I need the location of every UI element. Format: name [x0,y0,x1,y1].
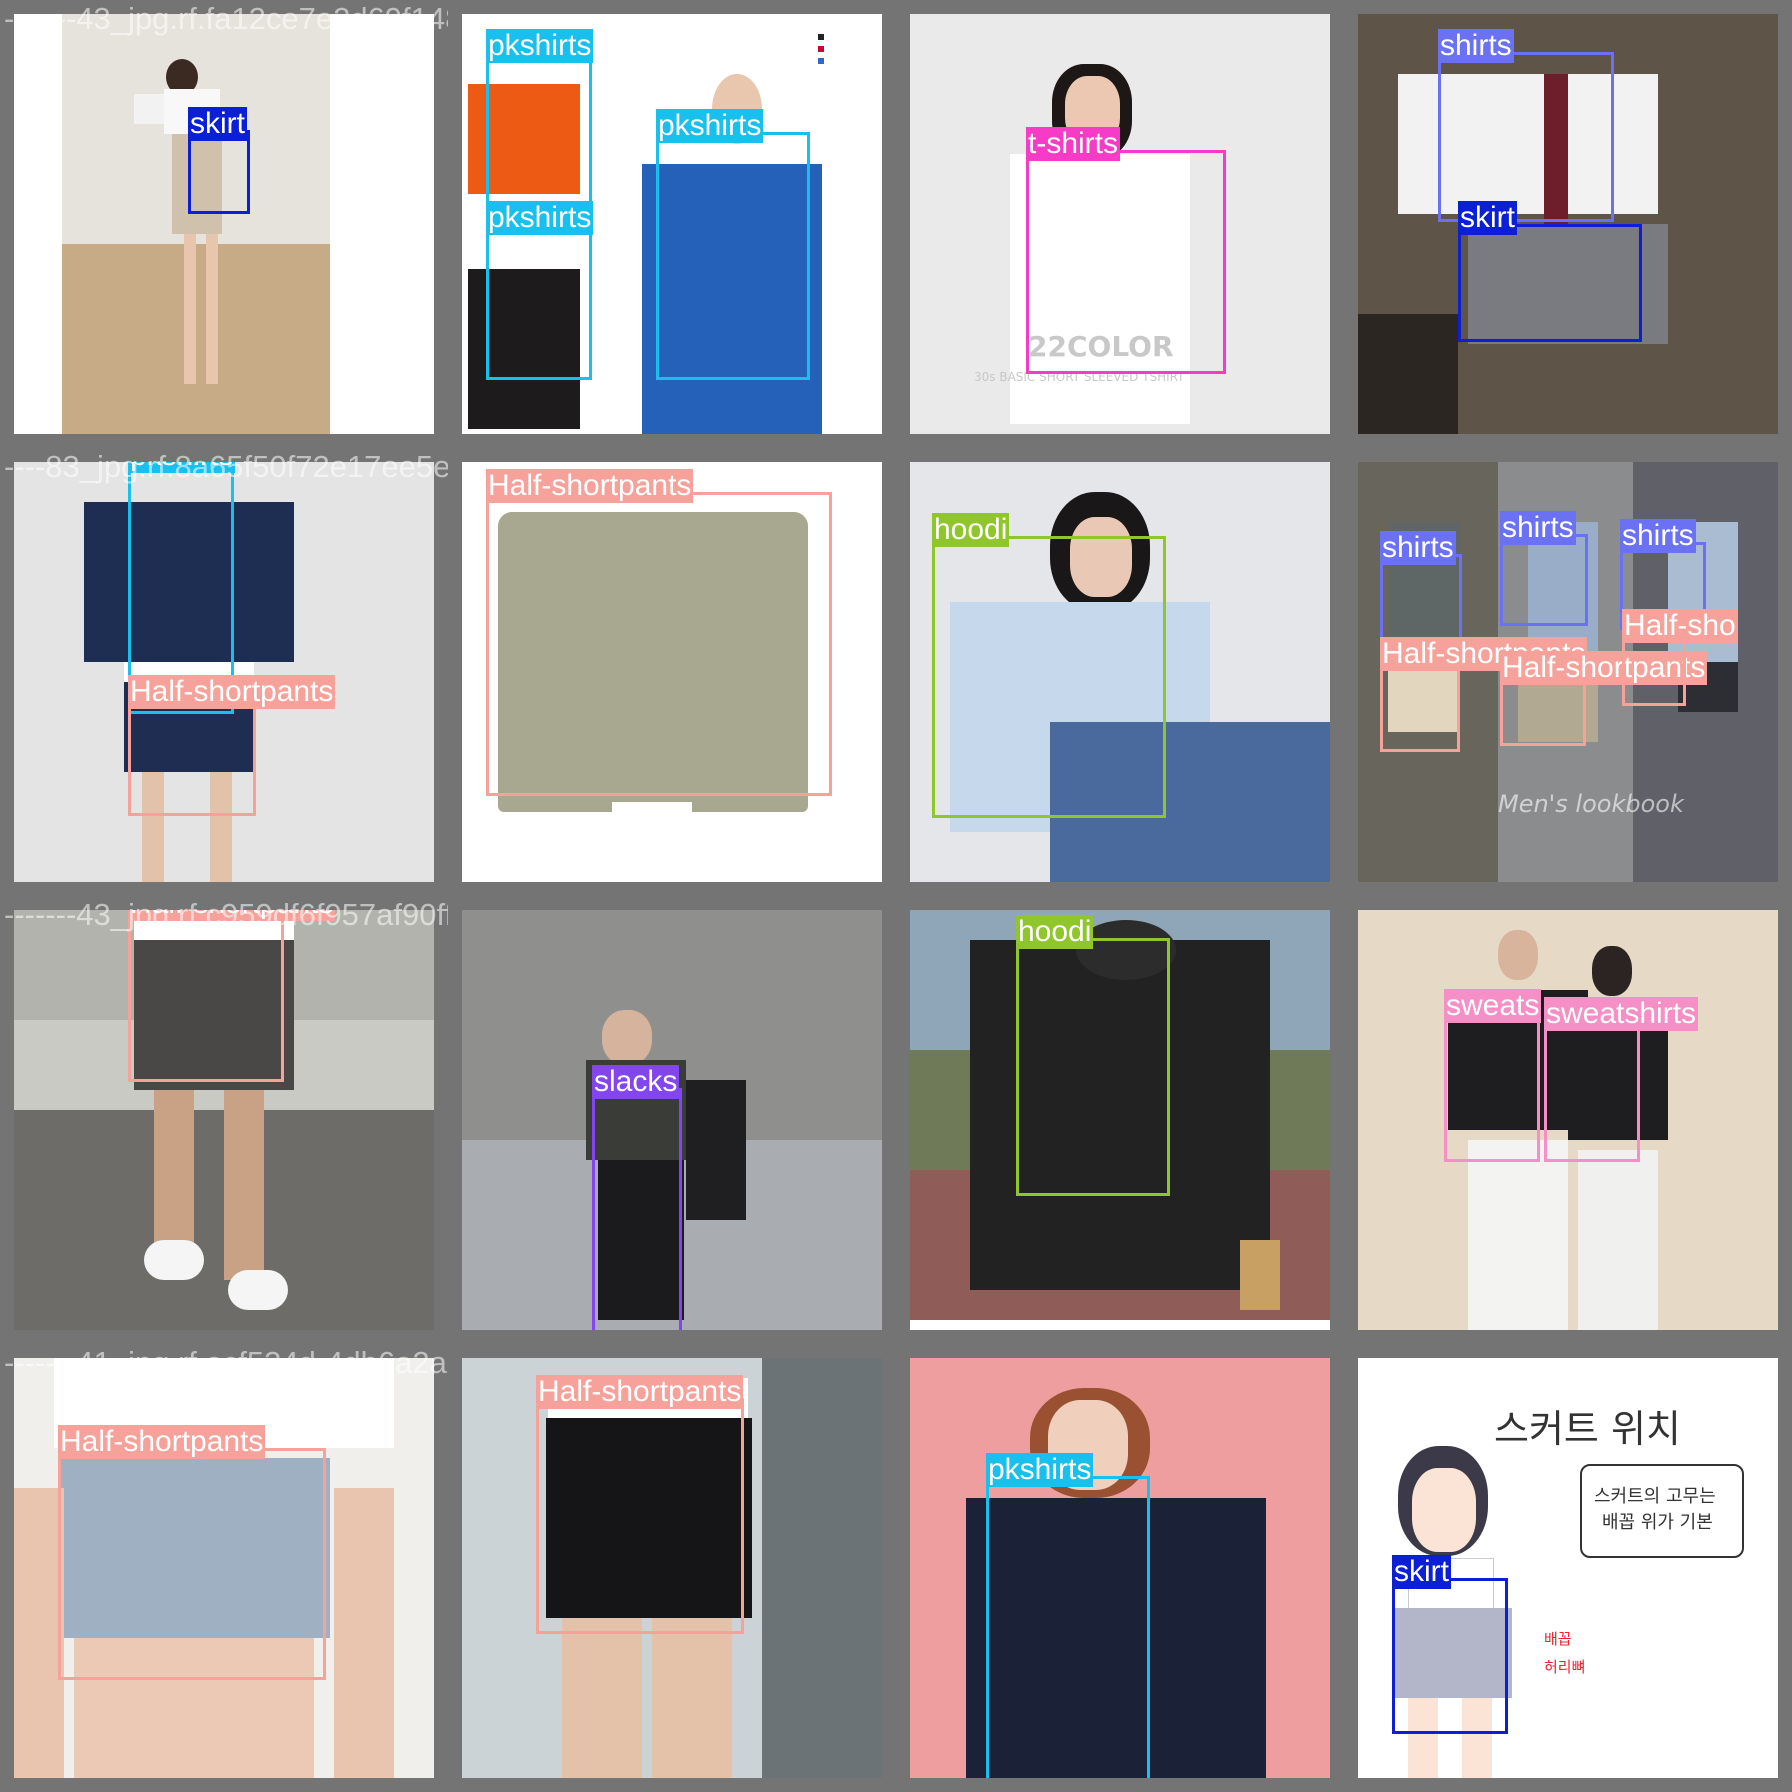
bbox-label: pkshirts [656,109,764,143]
bbox-hoodi: hoodi [1016,915,1170,1196]
bbox-label: shirts [1438,29,1514,63]
tile-photo: Half-shortpants [462,1358,882,1778]
tile-7[interactable]: hoodi [896,448,1344,896]
bbox-label: shirts [1380,531,1456,565]
bbox-pkshirts: pkshirts [986,1453,1150,1778]
bbox-half-shortpants: Half-shortpants [1380,637,1588,752]
bbox-label: Half-shortpants [58,1425,266,1459]
bbox-t-shirts: t-shirts [1026,127,1226,374]
bbox-skirt: skirt [1392,1555,1508,1734]
tile-9[interactable]: -------43_jpg.rf.c959df6f957af90ff9g.rf.… [0,896,448,1344]
bbox-label: shirts [1620,519,1696,553]
comic-note-navel: 배꼽 [1544,1630,1572,1648]
bbox-label: t-shirts [1026,127,1120,161]
bbox-label: skirt [188,107,247,141]
tile-1[interactable]: -------43_jpg.rf.fa12ce7e2d69f1485f4f-48… [0,0,448,448]
detection-grid: -------43_jpg.rf.fa12ce7e2d69f1485f4f-48… [0,0,1792,1792]
bbox-half-shortpants: Half-shortpants [486,469,832,796]
tile-photo: skirt [14,14,434,434]
bbox-label: skirt [1458,201,1517,235]
tile-photo: hoodi [910,462,1330,882]
bbox-half-sho: Half-sho [1622,609,1738,706]
bbox-half-shortpants: Half-shortpants [128,910,336,1082]
bbox-label: sweatshirts [1544,997,1699,1031]
bbox-label: hoodi [932,513,1010,547]
tile-photo: 22COLOR 30s BASIC SHORT SLEEVED TSHIRT t… [910,14,1330,434]
bbox-sweats: sweats [1444,989,1542,1162]
tile-photo: pkshirts pkshirts pkshirts [462,14,882,434]
bbox-shirts: shirts [1500,511,1588,626]
comic-title: 스커트 위치 [1494,1407,1681,1451]
lookbook-watermark: Men's lookbook [1498,790,1684,818]
tile-6[interactable]: Half-shortpants [448,448,896,896]
tile-2[interactable]: pkshirts pkshirts pkshirts [448,0,896,448]
tile-3[interactable]: 22COLOR 30s BASIC SHORT SLEEVED TSHIRT t… [896,0,1344,448]
bbox-skirt: skirt [188,107,250,214]
tile-photo: pkshirts [910,1358,1330,1778]
tile-4[interactable]: shirts skirt [1344,0,1792,448]
bbox-slacks: slacks [592,1065,682,1330]
bbox-label: sweats [1444,989,1542,1023]
bbox-label: skirt [1392,1555,1451,1589]
bbox-label: Half-sho [1622,609,1738,643]
bbox-sweatshirts: sweatshirts [1544,997,1699,1162]
tile-photo: pkshirts Half-shortpants [14,462,434,882]
bbox-pkshirts: pkshirts [656,109,810,380]
tile-photo: sweats sweatshirts [1358,910,1778,1330]
bbox-half-shortpants: Half-shortpants [536,1375,744,1634]
tile-photo: Half-shortpants [14,910,434,1330]
tile-14[interactable]: Half-shortpants [448,1344,896,1792]
tile-photo: slacks [462,910,882,1330]
tile-photo: shirts skirt [1358,14,1778,434]
bbox-label: pkshirts [986,1453,1094,1487]
tile-5[interactable]: ----83_jpg.rf.8a65f50f72e17ee5e1c597c84d… [0,448,448,896]
tile-photo: Half-shortpants [14,1358,434,1778]
bbox-shirts: shirts [1380,531,1462,646]
tile-photo: hoodi [910,910,1330,1330]
tile-photo: Half-shortpants [462,462,882,882]
comic-note-hipbone: 허리뼈 [1544,1658,1586,1676]
bbox-half-shortpants: Half-shortpants [128,675,336,816]
bbox-label: Half-shortpants [486,469,694,503]
comic-bubble-line2: 배꼽 위가 기본 [1602,1512,1713,1533]
tile-15[interactable]: pkshirts [896,1344,1344,1792]
tile-photo: Men's lookbook shirts shirts shirts Half-sh… [1358,462,1778,882]
tile-8[interactable]: Men's lookbook shirts shirts shirts Half-sh… [1344,448,1792,896]
bbox-label: Half-shortpants [536,1375,744,1409]
bbox-label: pkshirts [128,462,236,473]
tile-12[interactable]: sweats sweatshirts [1344,896,1792,1344]
bbox-label: pkshirts [486,201,594,235]
tile-13[interactable]: -------41_jpg.rf.ecf534d-4db6a2aee9-8f45… [0,1344,448,1792]
tile-photo: 스커트 위치 스커트의 고무는 배꼽 위가 기본 배꼽 허리뼈 skirt [1358,1358,1778,1778]
bbox-label: shirts [1500,511,1576,545]
tile-10[interactable]: slacks [448,896,896,1344]
bbox-skirt: skirt [1458,201,1642,342]
bbox-half-shortpants: Half-shortpants [58,1425,326,1680]
bbox-pkshirts: pkshirts [486,201,594,380]
bbox-label: hoodi [1016,915,1094,949]
comic-bubble-line1: 스커트의 고무는 [1594,1486,1716,1507]
tile-11[interactable]: hoodi [896,896,1344,1344]
bbox-label: pkshirts [486,29,594,63]
bbox-half-shortpants: Half-shortpants [1500,651,1708,746]
bbox-label: slacks [592,1065,680,1099]
bbox-hoodi: hoodi [932,513,1166,818]
bbox-label: Half-shortpants [128,910,336,921]
bbox-shirts: shirts [1438,29,1614,222]
bbox-label: Half-shortpants [128,675,336,709]
tile-16[interactable]: 스커트 위치 스커트의 고무는 배꼽 위가 기본 배꼽 허리뼈 skirt [1344,1344,1792,1792]
